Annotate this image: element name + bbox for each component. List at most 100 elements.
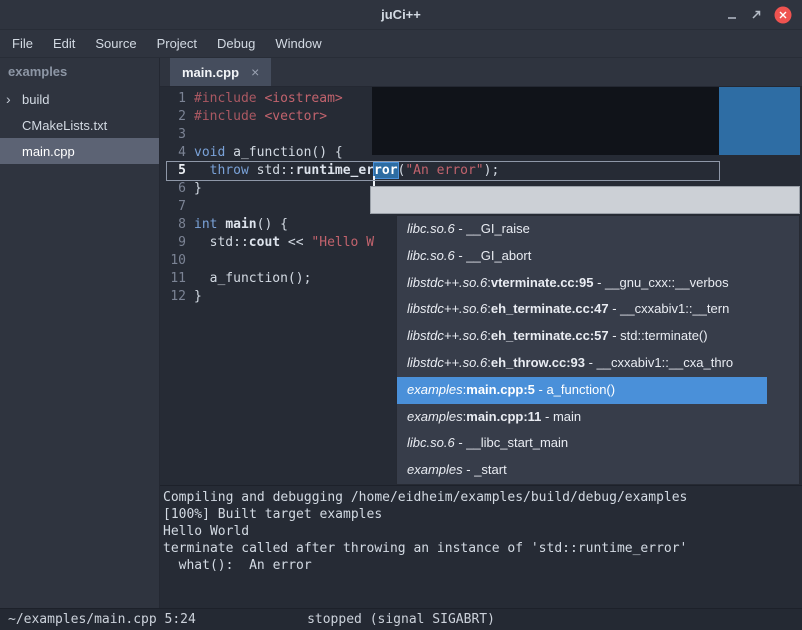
line-number[interactable]: 5 <box>160 162 186 180</box>
line-number[interactable]: 7 <box>160 198 186 216</box>
status-bar: stopped (signal SIGABRT) ~/examples/main… <box>0 608 802 630</box>
stack-frame-location: eh_throw.cc:93 <box>491 355 585 370</box>
code-token: ); <box>484 163 500 178</box>
terminal-line: [100%] Built target examples <box>163 506 802 523</box>
code-token: a_function() { <box>225 145 342 160</box>
project-name: examples <box>0 58 159 86</box>
line-number[interactable]: 12 <box>160 288 186 306</box>
line-number[interactable]: 1 <box>160 90 186 108</box>
stack-frame-lib: libc.so.6 <box>407 221 455 236</box>
code-line-text: void a_function() { <box>194 144 343 162</box>
stack-frame-item[interactable]: libc.so.6 - __libc_start_main <box>397 430 799 457</box>
code-token: a_function(); <box>194 271 311 286</box>
stack-frame-function: - __GI_abort <box>455 248 532 263</box>
titlebar: juCi++ <box>0 0 802 30</box>
stack-frame-function: - a_function() <box>535 382 615 397</box>
tree-item-label: main.cpp <box>22 144 75 159</box>
code-token-pp: #include <box>194 91 257 106</box>
chevron-right-icon[interactable]: › <box>6 92 20 106</box>
stack-frame-lib: libc.so.6 <box>407 435 455 450</box>
code-token: std:: <box>249 163 296 178</box>
stack-frame-lib: libc.so.6 <box>407 248 455 263</box>
code-line-text: #include <iostream> <box>194 90 343 108</box>
code-line-text: #include <vector> <box>194 108 327 126</box>
tree-item-cmakelists-txt[interactable]: CMakeLists.txt <box>0 112 159 138</box>
menu-item-edit[interactable]: Edit <box>43 30 85 58</box>
tab-label: main.cpp <box>182 65 239 80</box>
maximize-icon[interactable] <box>750 9 762 21</box>
stack-frame-function: - _start <box>463 462 507 477</box>
code-token-kw: void <box>194 145 225 160</box>
stack-frame-item[interactable]: examples - _start <box>397 457 799 484</box>
code-token-kw: throw <box>210 163 249 178</box>
stack-frame-function: - __libc_start_main <box>455 435 568 450</box>
menu-item-window[interactable]: Window <box>265 30 331 58</box>
line-number[interactable]: 9 <box>160 234 186 252</box>
stack-frame-item[interactable]: libc.so.6 - __GI_raise <box>397 216 799 243</box>
window-title: juCi++ <box>381 7 421 22</box>
line-number[interactable]: 3 <box>160 126 186 144</box>
stack-frame-item[interactable]: examples:main.cpp:5 - a_function() <box>397 377 799 404</box>
tooltip-blue-box <box>719 87 800 155</box>
tab-close-icon[interactable]: × <box>251 64 259 80</box>
tree-item-build[interactable]: ›build <box>0 86 159 112</box>
stack-frame-location: eh_terminate.cc:47 <box>491 301 609 316</box>
code-line-5: 5 throw std::runtime_error("An error"); <box>160 162 802 180</box>
menu-item-project[interactable]: Project <box>147 30 207 58</box>
line-number[interactable]: 4 <box>160 144 186 162</box>
stack-popup-search[interactable] <box>370 186 800 214</box>
code-token-bold: main <box>225 217 256 232</box>
tree-item-label: CMakeLists.txt <box>22 118 107 133</box>
minimize-icon[interactable] <box>726 9 738 21</box>
code-token: } <box>194 181 202 196</box>
terminal-line: terminate called after throwing an insta… <box>163 540 802 557</box>
code-token <box>194 163 210 178</box>
code-token: () { <box>257 217 288 232</box>
menu-item-source[interactable]: Source <box>85 30 146 58</box>
stack-frame-item[interactable]: libstdc++.so.6:eh_throw.cc:93 - __cxxabi… <box>397 350 799 377</box>
stack-frame-function: - __GI_raise <box>455 221 530 236</box>
menu-item-debug[interactable]: Debug <box>207 30 265 58</box>
code-token-str: <iostream> <box>264 91 342 106</box>
code-line-text: std::cout << "Hello W <box>194 234 374 252</box>
debug-tooltip-panel <box>372 87 800 155</box>
file-tree-sidebar: examples ›build CMakeLists.txt main.cpp <box>0 58 160 608</box>
code-line-text: int main() { <box>194 216 288 234</box>
code-line-text: throw std::runtime_error("An error"); <box>194 162 499 180</box>
line-number[interactable]: 2 <box>160 108 186 126</box>
stack-frame-item[interactable]: libc.so.6 - __GI_abort <box>397 243 799 270</box>
menu-item-file[interactable]: File <box>2 30 43 58</box>
code-editor[interactable]: 1 #include <iostream> 2 #include <vector> 34… <box>160 87 802 485</box>
tree-item-main-cpp[interactable]: main.cpp <box>0 138 159 164</box>
stack-frame-function: - std::terminate() <box>609 328 708 343</box>
stack-frame-lib: libstdc++.so.6 <box>407 355 487 370</box>
line-number[interactable]: 6 <box>160 180 186 198</box>
output-terminal[interactable]: Compiling and debugging /home/eidheim/ex… <box>160 485 802 608</box>
app-window: juCi++ FileEditSourceProjectDebugWindow … <box>0 0 802 630</box>
stack-frame-item[interactable]: libstdc++.so.6:eh_terminate.cc:47 - __cx… <box>397 296 799 323</box>
stack-frame-lib: libstdc++.so.6 <box>407 275 487 290</box>
code-token: } <box>194 289 202 304</box>
stack-frame-item[interactable]: examples:main.cpp:11 - main <box>397 404 799 431</box>
line-number[interactable]: 11 <box>160 270 186 288</box>
code-token: std:: <box>194 235 249 250</box>
close-icon[interactable] <box>774 6 792 24</box>
code-token-pp: #include <box>194 109 257 124</box>
stack-frame-lib: libstdc++.so.6 <box>407 301 487 316</box>
menubar: FileEditSourceProjectDebugWindow <box>0 30 802 58</box>
terminal-line: Hello World <box>163 523 802 540</box>
line-number[interactable]: 8 <box>160 216 186 234</box>
stack-frame-item[interactable]: libstdc++.so.6:vterminate.cc:95 - __gnu_… <box>397 270 799 297</box>
status-file-position: ~/examples/main.cpp 5:24 <box>8 612 196 627</box>
tab-main-cpp[interactable]: main.cpp × <box>170 58 271 86</box>
stack-frame-location: vterminate.cc:95 <box>491 275 594 290</box>
code-line-text: } <box>194 288 202 306</box>
tab-bar: main.cpp × <box>160 58 802 87</box>
file-tree: ›build CMakeLists.txt main.cpp <box>0 86 159 164</box>
stack-frame-function: - main <box>541 409 581 424</box>
line-number[interactable]: 10 <box>160 252 186 270</box>
stack-frame-lib: libstdc++.so.6 <box>407 328 487 343</box>
code-token-selword: ror <box>374 163 397 178</box>
code-token-str: "Hello W <box>311 235 374 250</box>
stack-frame-item[interactable]: libstdc++.so.6:eh_terminate.cc:57 - std:… <box>397 323 799 350</box>
